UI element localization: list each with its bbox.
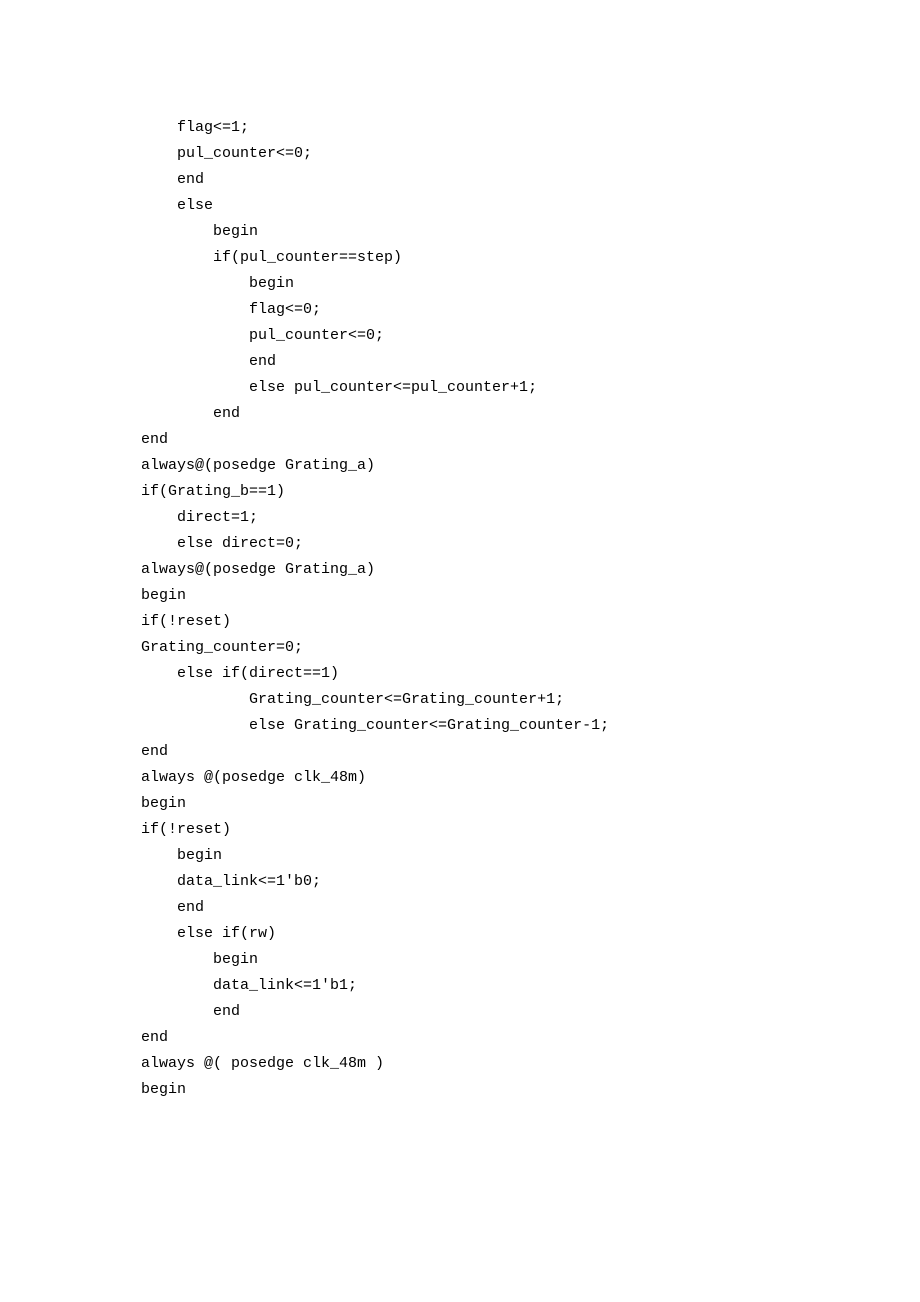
code-line: end [141, 895, 920, 921]
code-line: begin [141, 219, 920, 245]
code-line: pul_counter<=0; [141, 141, 920, 167]
code-line: if(!reset) [141, 817, 920, 843]
code-line: begin [141, 843, 920, 869]
code-line: end [141, 401, 920, 427]
code-line: begin [141, 1077, 920, 1103]
code-line: end [141, 427, 920, 453]
code-line: begin [141, 791, 920, 817]
code-page: flag<=1; pul_counter<=0; end else begin … [0, 0, 920, 1302]
code-line: else direct=0; [141, 531, 920, 557]
code-line: else if(rw) [141, 921, 920, 947]
code-line: Grating_counter<=Grating_counter+1; [141, 687, 920, 713]
code-line: flag<=1; [141, 115, 920, 141]
code-line: if(!reset) [141, 609, 920, 635]
code-line: data_link<=1'b1; [141, 973, 920, 999]
code-line: begin [141, 271, 920, 297]
code-line: flag<=0; [141, 297, 920, 323]
code-line: else if(direct==1) [141, 661, 920, 687]
code-line: begin [141, 583, 920, 609]
code-line: end [141, 739, 920, 765]
code-line: end [141, 349, 920, 375]
code-line: end [141, 1025, 920, 1051]
code-line: Grating_counter=0; [141, 635, 920, 661]
code-line: pul_counter<=0; [141, 323, 920, 349]
code-line: data_link<=1'b0; [141, 869, 920, 895]
code-line: direct=1; [141, 505, 920, 531]
code-line: else [141, 193, 920, 219]
code-line: if(Grating_b==1) [141, 479, 920, 505]
code-line: end [141, 167, 920, 193]
code-line: if(pul_counter==step) [141, 245, 920, 271]
code-line: always@(posedge Grating_a) [141, 557, 920, 583]
code-line: end [141, 999, 920, 1025]
code-line: else pul_counter<=pul_counter+1; [141, 375, 920, 401]
code-line: else Grating_counter<=Grating_counter-1; [141, 713, 920, 739]
code-line: always @(posedge clk_48m) [141, 765, 920, 791]
code-line: always @( posedge clk_48m ) [141, 1051, 920, 1077]
code-line: begin [141, 947, 920, 973]
code-line: always@(posedge Grating_a) [141, 453, 920, 479]
